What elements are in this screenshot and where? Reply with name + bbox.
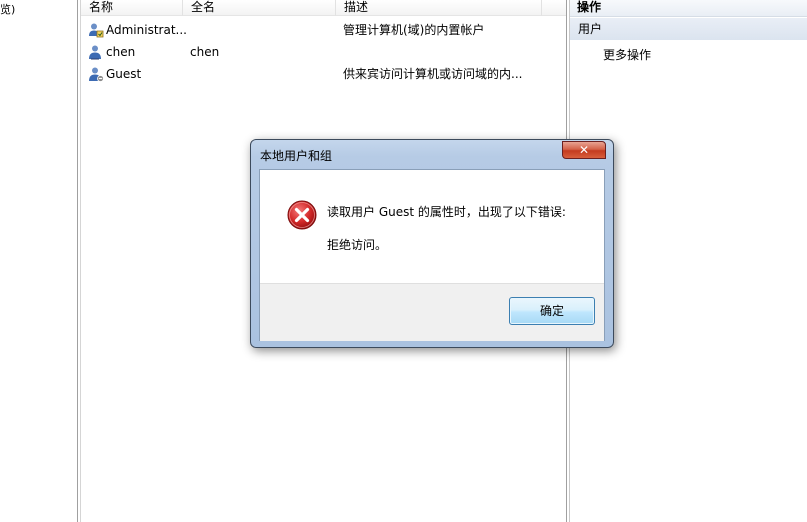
dialog-footer: 确定 xyxy=(260,283,604,341)
user-description: 供来宾访问计算机或访问域的内... xyxy=(343,67,523,81)
error-detail: 拒绝访问。 xyxy=(327,238,388,252)
dialog-title: 本地用户和组 xyxy=(260,149,333,163)
admin-user-icon xyxy=(89,23,104,38)
actions-section-users[interactable]: 用户 xyxy=(570,18,807,40)
user-name: chen xyxy=(106,45,136,59)
error-dialog: 本地用户和组 ✕ 读取用户 Guest 的属性时，出现了以下错误: 拒绝访问。 … xyxy=(250,139,614,348)
column-header-name[interactable]: 名称 xyxy=(81,0,183,16)
close-button[interactable]: ✕ xyxy=(562,141,606,159)
column-header-description[interactable]: 描述 xyxy=(336,0,542,16)
table-row[interactable]: chen chen xyxy=(81,42,566,63)
user-fullname: chen xyxy=(190,45,220,59)
column-header-filler xyxy=(542,0,566,16)
table-row[interactable]: Administrat... 管理计算机(域)的内置帐户 xyxy=(81,20,566,41)
user-name: Guest xyxy=(106,67,142,81)
close-icon: ✕ xyxy=(578,143,590,157)
error-message: 读取用户 Guest 的属性时，出现了以下错误: xyxy=(327,205,566,219)
user-name: Administrat... xyxy=(106,23,187,37)
error-icon xyxy=(287,200,317,230)
guest-user-icon xyxy=(89,67,104,82)
tree-item-label[interactable]: 览) xyxy=(0,1,15,17)
tree-pane: 览) xyxy=(0,0,77,522)
ok-button[interactable]: 确定 xyxy=(509,297,595,325)
actions-header: 操作 xyxy=(570,0,807,17)
pane-divider[interactable] xyxy=(77,0,78,522)
more-actions-link[interactable]: 更多操作 xyxy=(603,46,651,63)
user-description: 管理计算机(域)的内置帐户 xyxy=(343,23,485,37)
column-header-fullname[interactable]: 全名 xyxy=(183,0,336,16)
dialog-body: 读取用户 Guest 的属性时，出现了以下错误: 拒绝访问。 确定 xyxy=(259,169,605,341)
user-icon xyxy=(89,45,101,60)
table-row[interactable]: Guest 供来宾访问计算机或访问域的内... xyxy=(81,64,566,85)
